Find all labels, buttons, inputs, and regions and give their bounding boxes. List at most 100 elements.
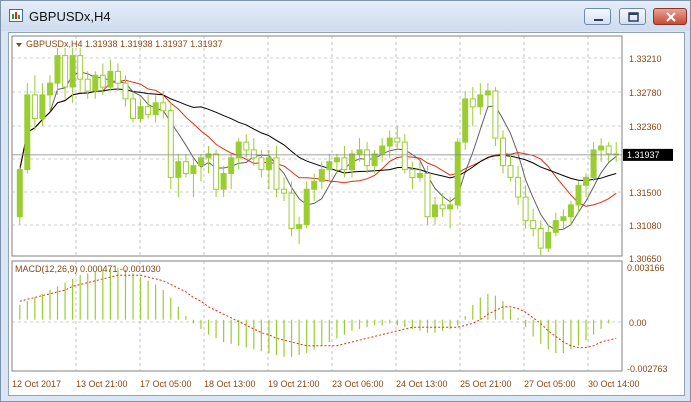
candle-body <box>92 74 99 92</box>
chart-area[interactable]: 1.33210 1.32780 1.32360 1.31500 1.31080 … <box>8 32 685 396</box>
candle-body <box>175 161 182 178</box>
candle-body <box>341 157 348 171</box>
candle-body <box>318 169 325 182</box>
chart-window: GBPUSDx,H4 1.33210 1.32780 1.32360 1.315… <box>0 0 691 402</box>
candle-body <box>281 188 287 194</box>
candle-body <box>69 55 76 88</box>
candle-body <box>598 145 605 151</box>
time-tick-label: 27 Oct 05:00 <box>524 379 576 389</box>
price-tick-label: 1.31500 <box>629 188 662 198</box>
candle-body <box>220 173 227 190</box>
candle-body <box>349 153 355 171</box>
candle-body <box>250 149 257 159</box>
candle-body <box>228 157 235 175</box>
candle-body <box>137 106 144 119</box>
price-tick-label: 1.32360 <box>629 122 662 132</box>
candle-body <box>575 184 582 206</box>
candle-body <box>567 204 574 218</box>
window-titlebar[interactable]: GBPUSDx,H4 <box>1 1 690 31</box>
price-panel-header: GBPUSDx,H4 1.31938 1.31938 1.31937 1.319… <box>16 39 223 49</box>
candle-body <box>152 102 159 116</box>
candle-body <box>122 82 129 100</box>
minimize-button[interactable] <box>584 8 611 25</box>
candle-body <box>24 94 31 170</box>
close-icon <box>666 12 676 22</box>
candle-body <box>364 149 371 167</box>
candle-body <box>190 165 197 175</box>
macd-tick-label: -0.002763 <box>627 364 668 374</box>
time-axis: 12 Oct 2017 13 Oct 21:00 17 Oct 05:00 18… <box>12 379 640 389</box>
candle-body <box>39 94 46 120</box>
time-tick-label: 25 Oct 21:00 <box>460 379 512 389</box>
candle-body <box>469 98 476 108</box>
time-tick-label: 13 Oct 21:00 <box>76 379 128 389</box>
candle-body <box>386 137 393 147</box>
candle-body <box>530 220 537 230</box>
candle-body <box>447 204 454 210</box>
candle-body <box>160 102 167 112</box>
candle-body <box>213 153 220 190</box>
time-tick-label: 19 Oct 21:00 <box>268 379 320 389</box>
candle-body <box>16 169 23 218</box>
candle-body <box>590 149 597 178</box>
time-tick-label: 30 Oct 14:00 <box>588 379 640 389</box>
candle-body <box>288 192 295 230</box>
time-tick-label: 18 Oct 13:00 <box>204 379 256 389</box>
candle-body <box>31 94 38 120</box>
candle-body <box>394 137 401 143</box>
candle-body <box>552 220 559 233</box>
candle-body <box>47 82 53 96</box>
chart-svg[interactable]: 1.33210 1.32780 1.32360 1.31500 1.31080 … <box>9 33 684 395</box>
macd-panel[interactable] <box>11 260 623 372</box>
candle-body <box>545 231 552 249</box>
price-tick-label: 1.31080 <box>629 221 662 231</box>
candle-body <box>84 78 91 92</box>
time-tick-label: 12 Oct 2017 <box>12 379 61 389</box>
time-tick-label: 17 Oct 05:00 <box>140 379 192 389</box>
candle-body <box>424 173 431 218</box>
candle-body <box>198 157 204 167</box>
candle-body <box>439 204 446 210</box>
time-tick-label: 23 Oct 06:00 <box>332 379 384 389</box>
candle-body <box>77 55 84 80</box>
candle-body <box>265 157 272 171</box>
candle-body <box>583 176 589 186</box>
candle-body <box>416 173 423 178</box>
candle-body <box>145 106 152 116</box>
candle-body <box>500 137 506 167</box>
candle-body <box>356 149 363 155</box>
price-panel-title: GBPUSDx,H4 1.31938 1.31938 1.31937 1.319… <box>26 39 223 49</box>
price-tick-label: 1.33210 <box>629 54 662 64</box>
candle-body <box>333 157 340 163</box>
candle-body <box>296 224 303 230</box>
candle-body <box>454 141 461 206</box>
macd-tick-label: 0.00 <box>629 318 647 328</box>
current-price-label: 1.31937 <box>627 150 660 160</box>
candle-body <box>605 145 612 155</box>
candle-body <box>560 216 567 222</box>
minimize-icon <box>594 19 603 21</box>
candle-body <box>273 157 280 190</box>
macd-panel-title: MACD(12,26,9) 0.000471 -0.001030 <box>15 264 161 274</box>
candle-body <box>235 141 242 159</box>
restore-button[interactable] <box>619 8 646 25</box>
candle-body <box>99 74 106 88</box>
time-tick-label: 24 Oct 13:00 <box>396 379 448 389</box>
candle-body <box>167 110 174 178</box>
candle-body <box>114 70 121 84</box>
candle-body <box>484 90 491 96</box>
candle-body <box>432 204 438 218</box>
price-tick-label: 1.32780 <box>629 88 662 98</box>
candle-body <box>303 188 310 226</box>
candle-body <box>379 145 386 155</box>
candle-body <box>492 90 499 139</box>
candle-body <box>371 153 378 167</box>
candle-body <box>258 157 265 171</box>
chart-window-icon <box>9 9 23 22</box>
candle-body <box>54 55 61 84</box>
candle-body <box>477 94 484 108</box>
candle-body <box>409 169 416 179</box>
window-title: GBPUSDx,H4 <box>29 9 111 24</box>
close-button[interactable] <box>653 8 687 25</box>
candle-body <box>311 180 318 190</box>
